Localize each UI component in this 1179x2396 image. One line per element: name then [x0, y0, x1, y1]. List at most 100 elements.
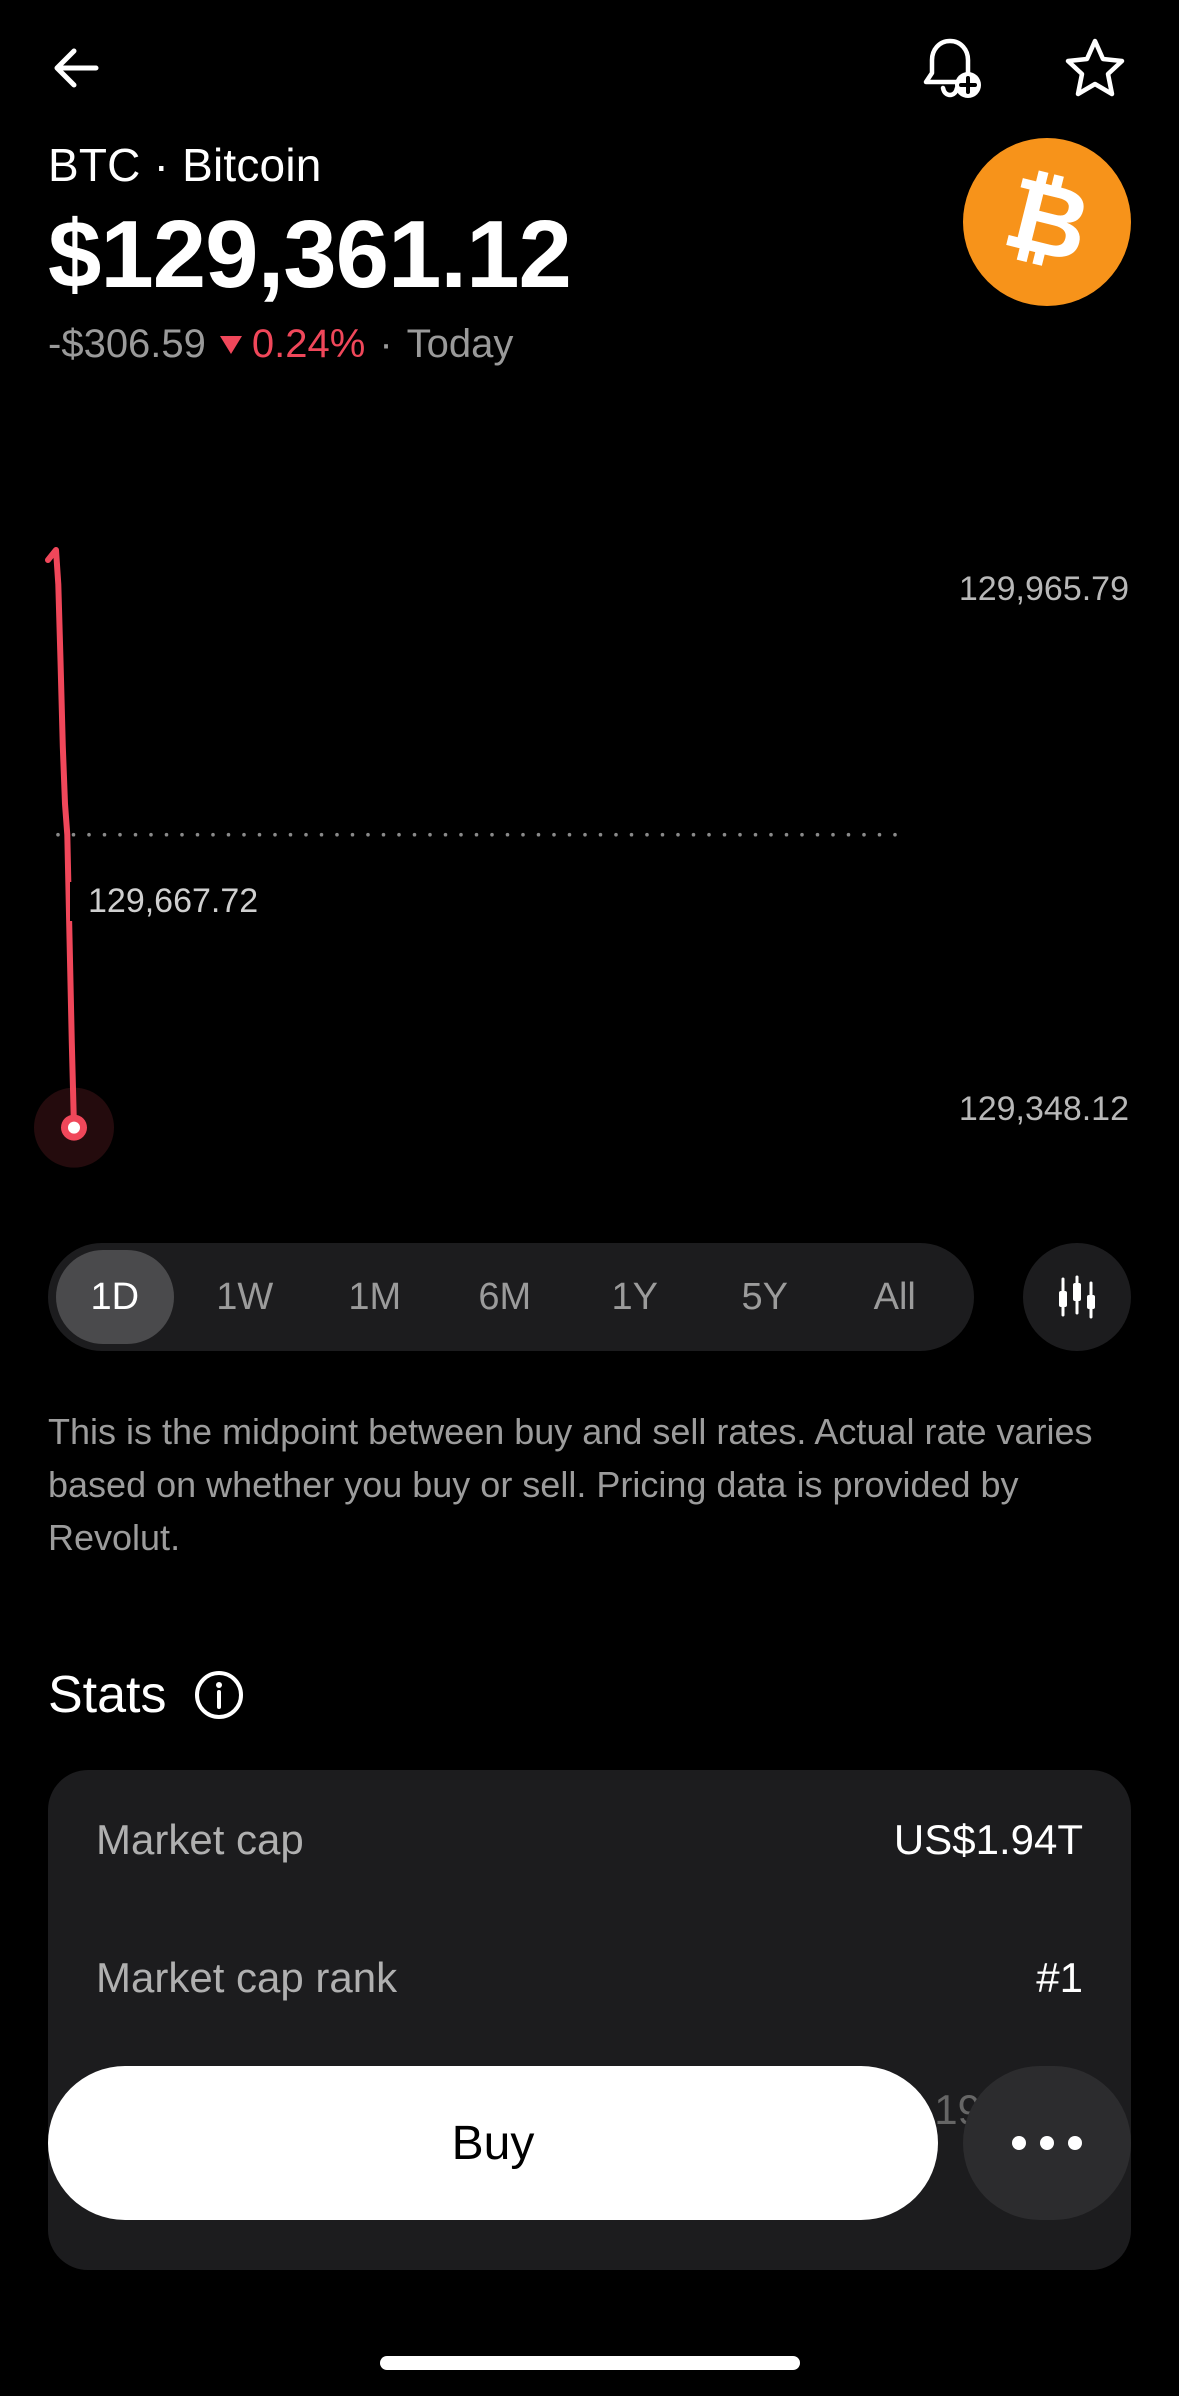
reference-dot	[242, 832, 246, 837]
time-range-selector: 1D 1W 1M 6M 1Y 5Y All	[48, 1243, 974, 1351]
reference-dot	[288, 832, 293, 837]
info-icon[interactable]	[193, 1669, 245, 1721]
stat-label: Market cap rank	[96, 1954, 398, 2001]
reference-dot	[474, 832, 479, 837]
reference-dot	[521, 832, 525, 837]
stat-row-market-cap: Market cap US$1.94T	[96, 1810, 1083, 1870]
home-indicator[interactable]	[380, 2356, 800, 2370]
reference-dot	[707, 832, 711, 837]
reference-dot	[831, 832, 835, 837]
buy-button[interactable]: Buy	[48, 2066, 938, 2220]
reference-dot	[304, 832, 308, 837]
price-line	[45, 547, 77, 1131]
reference-dot	[784, 832, 789, 837]
reference-dot	[614, 832, 618, 837]
reference-dot	[381, 832, 386, 837]
reference-dot	[567, 832, 572, 837]
back-button[interactable]	[36, 28, 116, 108]
price-change-percent: 0.24%	[219, 322, 366, 367]
reference-dot	[815, 832, 820, 837]
reference-dot	[102, 832, 107, 837]
chart-y-high-label: 129,965.79	[958, 570, 1129, 608]
reference-dot	[738, 832, 742, 837]
price-change-row: -$306.59 0.24% · Today	[48, 322, 513, 367]
reference-dot	[149, 832, 153, 837]
change-separator: ·	[379, 322, 393, 366]
range-tab-all[interactable]: All	[836, 1250, 954, 1344]
reference-dot	[443, 832, 448, 837]
range-tab-1y[interactable]: 1Y	[576, 1250, 694, 1344]
candlestick-chart-button[interactable]	[1023, 1243, 1131, 1351]
reference-dot	[319, 832, 324, 837]
add-price-alert-button[interactable]	[910, 28, 990, 108]
range-tab-5y[interactable]: 5Y	[706, 1250, 824, 1344]
reference-dot	[862, 832, 866, 837]
price-change-absolute: -$306.59	[48, 322, 206, 366]
more-options-button[interactable]	[963, 2066, 1131, 2220]
stat-value: US$1.94T	[893, 1816, 1083, 1863]
current-price: $129,361.12	[48, 201, 572, 308]
reference-dot	[552, 832, 556, 837]
reference-dot	[118, 832, 122, 837]
current-point-inner	[68, 1121, 80, 1134]
reference-dot	[335, 832, 339, 837]
reference-dotted-line	[56, 832, 897, 837]
candlestick-icon	[1059, 1275, 1095, 1319]
reference-dot	[428, 832, 432, 837]
more-dot-icon	[1012, 2136, 1026, 2150]
down-triangle-icon	[219, 335, 242, 354]
stat-value: #1	[1036, 1954, 1083, 2001]
reference-dot	[164, 832, 169, 837]
reference-dot	[691, 832, 696, 837]
asset-ticker-name: BTC · Bitcoin	[48, 139, 322, 191]
reference-dot	[257, 832, 262, 837]
chart-reference-label: 129,667.72	[70, 882, 277, 921]
range-tab-6m[interactable]: 6M	[446, 1250, 564, 1344]
stat-label: Market cap	[96, 1816, 304, 1863]
bell-plus-icon	[923, 38, 981, 98]
reference-dot	[753, 832, 758, 837]
reference-dot	[583, 832, 587, 837]
chart-y-low-label: 129,348.12	[958, 1090, 1129, 1128]
reference-dot	[273, 832, 277, 837]
reference-dot	[645, 832, 649, 837]
range-tab-1m[interactable]: 1M	[316, 1250, 434, 1344]
reference-dot	[800, 832, 804, 837]
reference-dot	[133, 832, 138, 837]
reference-dot	[536, 832, 541, 837]
range-tab-1w[interactable]: 1W	[186, 1250, 304, 1344]
price-change-period: Today	[406, 322, 514, 366]
stat-row-market-cap-rank: Market cap rank #1	[96, 1948, 1083, 2008]
price-change-percent-value: 0.24%	[251, 322, 366, 366]
reference-dot	[722, 832, 727, 837]
reference-dot	[769, 832, 773, 837]
pricing-disclaimer: This is the midpoint between buy and sel…	[48, 1411, 1093, 1558]
reference-dot	[226, 832, 231, 837]
reference-dot	[490, 832, 494, 837]
reference-dot	[56, 832, 60, 837]
star-icon	[1065, 38, 1125, 97]
reference-dot	[676, 832, 680, 837]
reference-dot	[459, 832, 463, 837]
watchlist-star-button[interactable]	[1055, 28, 1135, 108]
reference-dot	[195, 832, 200, 837]
reference-dot	[846, 832, 851, 837]
reference-dot	[397, 832, 401, 837]
reference-dot	[877, 832, 882, 837]
reference-dot	[893, 832, 897, 837]
reference-dot	[412, 832, 417, 837]
reference-dot	[71, 832, 76, 837]
reference-dot	[660, 832, 665, 837]
range-tab-1d[interactable]: 1D	[56, 1250, 174, 1344]
bitcoin-logo-icon: ₿	[963, 138, 1131, 306]
reference-dot	[87, 832, 91, 837]
reference-dot	[598, 832, 603, 837]
stats-heading: Stats	[48, 1665, 245, 1725]
reference-dot	[180, 832, 184, 837]
reference-dot	[211, 832, 215, 837]
stats-title: Stats	[48, 1666, 167, 1724]
arrow-left-icon	[54, 48, 99, 88]
reference-dot	[366, 832, 370, 837]
more-dot-icon	[1068, 2136, 1082, 2150]
reference-dot	[350, 832, 355, 837]
